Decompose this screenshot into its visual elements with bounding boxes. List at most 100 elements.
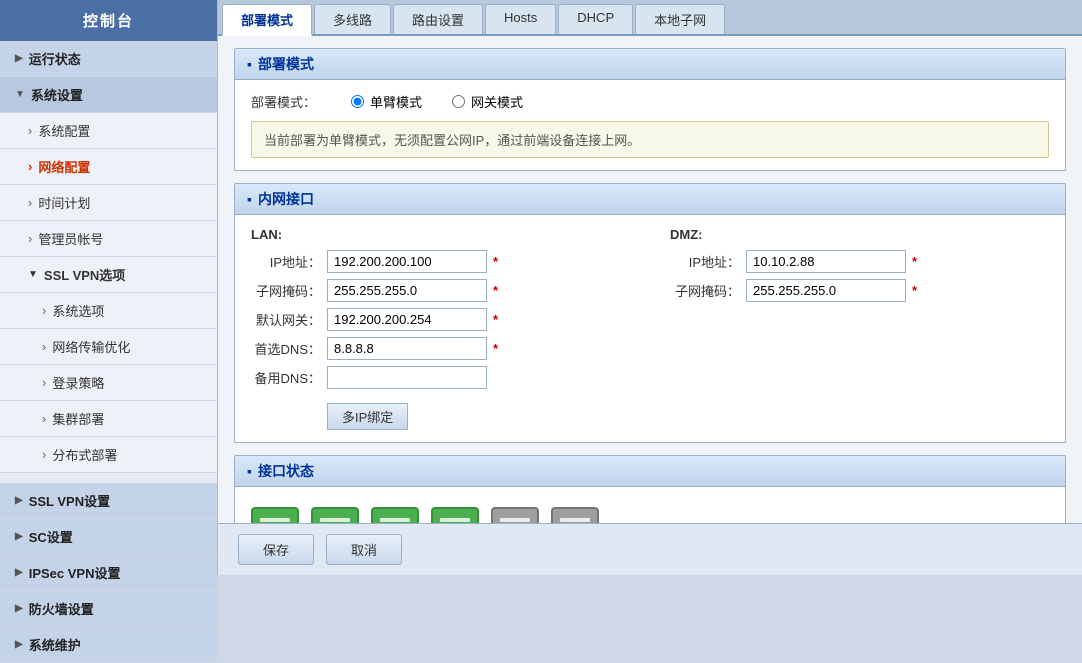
radio-single-mode[interactable]: 单臂模式 [351,92,422,111]
save-button[interactable]: 保存 [238,534,314,565]
lan-icon-lines [260,518,290,523]
sidebar: 控制台 ▶ 运行状态 ▼ 系统设置 › 系统配置 › 网络配置 › 时间计划 ›… [0,0,218,575]
radio-gateway-input[interactable] [452,95,465,108]
sidebar-item-ssl-vpn-options[interactable]: ▼ SSL VPN选项 [0,257,217,293]
sidebar-item-time-plan[interactable]: › 时间计划 [0,185,217,221]
interface-icon-lan[interactable]: LAN [251,507,299,523]
lan-dns2-row: 备用DNS： [251,366,630,389]
tab-route-settings[interactable]: 路由设置 [393,4,483,34]
dmz-mask-label: 子网掩码： [670,281,740,300]
inner-interface-header: 内网接口 [235,184,1065,215]
wan1-icon-img [371,507,419,523]
wan2-line1 [440,518,470,522]
lan-mask-row: 子网掩码： * [251,279,630,302]
sidebar-item-label: 系统维护 [29,635,81,654]
dmz-ip-input[interactable] [746,250,906,273]
sidebar-item-ipsec-vpn[interactable]: ▶ IPSec VPN设置 [0,555,217,591]
lan-mask-input[interactable] [327,279,487,302]
sidebar-item-label: IPSec VPN设置 [29,563,121,582]
sidebar-item-sys-options[interactable]: › 系统选项 [0,293,217,329]
lan-dns1-row: 首选DNS： * [251,337,630,360]
wan1-line1 [380,518,410,522]
tab-hosts[interactable]: Hosts [485,4,556,34]
radio-gateway-label: 网关模式 [471,92,523,111]
interface-icon-wan4[interactable]: WAN4 [551,507,599,523]
chevron-icon: › [42,447,46,462]
sidebar-item-run-status[interactable]: ▶ 运行状态 [0,41,217,77]
lan-col: LAN: IP地址： * 子网掩码： * [251,227,630,430]
sidebar-item-label: 时间计划 [38,193,90,212]
dmz-line1 [320,518,350,522]
dmz-label: DMZ: [670,227,1049,242]
lan-gw-row: 默认网关： * [251,308,630,331]
sidebar-item-sys-settings[interactable]: ▼ 系统设置 [0,77,217,113]
sidebar-item-sys-maintenance[interactable]: ▶ 系统维护 [0,627,217,663]
tab-dhcp[interactable]: DHCP [558,4,633,34]
sidebar-item-label: 管理员帐号 [38,229,103,248]
deploy-mode-header: 部署模式 [235,49,1065,80]
interface-status-header: 接口状态 [235,456,1065,487]
sidebar-item-label: 系统选项 [52,301,104,320]
inner-interface-panel: 内网接口 LAN: IP地址： * 子网掩码： [234,183,1066,443]
wan3-icon-lines [500,518,530,523]
sidebar-item-label: SSL VPN设置 [29,491,110,510]
main-content: 部署模式 多线路 路由设置 Hosts DHCP 本地子网 部署模式 部署模式： [218,0,1082,575]
lan-mask-label: 子网掩码： [251,281,321,300]
sidebar-item-admin-account[interactable]: › 管理员帐号 [0,221,217,257]
dmz-icon-img [311,507,359,523]
inner-interface-body: LAN: IP地址： * 子网掩码： * [235,215,1065,442]
chevron-icon: › [28,123,32,138]
sidebar-item-label: 网络传输优化 [52,337,130,356]
lan-dns1-input[interactable] [327,337,487,360]
lan-dns2-input[interactable] [327,366,487,389]
wan1-icon-lines [380,518,410,523]
dmz-mask-input[interactable] [746,279,906,302]
wan4-line1 [560,518,590,522]
sidebar-item-sc-settings[interactable]: ▶ SC设置 [0,519,217,555]
sidebar-item-login-policy[interactable]: › 登录策略 [0,365,217,401]
sidebar-item-ssl-vpn-settings[interactable]: ▶ SSL VPN设置 [0,483,217,519]
tab-local-subnet[interactable]: 本地子网 [635,4,725,34]
interface-status-body: LAN DMZ [235,487,1065,523]
sidebar-item-label: 运行状态 [29,49,81,68]
tab-deploy-mode[interactable]: 部署模式 [222,4,312,36]
interface-icon-dmz[interactable]: DMZ [311,507,359,523]
interface-status-panel: 接口状态 LAN [234,455,1066,523]
arrow-icon: ▼ [28,269,38,280]
multi-ip-button[interactable]: 多IP绑定 [327,403,408,430]
sidebar-item-cluster-deploy[interactable]: › 集群部署 [0,401,217,437]
interface-status-row: LAN DMZ [251,499,1049,523]
deploy-mode-panel: 部署模式 部署模式： 单臂模式 网关模式 [234,48,1066,171]
sidebar-item-label: 系统设置 [31,85,83,104]
lan-label: LAN: [251,227,630,242]
lan-icon-img [251,507,299,523]
sidebar-item-net-transfer[interactable]: › 网络传输优化 [0,329,217,365]
interface-icon-wan1[interactable]: WAN1 [371,507,419,523]
interface-row: LAN: IP地址： * 子网掩码： * [251,227,1049,430]
radio-gateway-mode[interactable]: 网关模式 [452,92,523,111]
sidebar-item-firewall[interactable]: ▶ 防火墙设置 [0,591,217,627]
chevron-icon: › [28,231,32,246]
lan-gw-input[interactable] [327,308,487,331]
sidebar-item-label: 登录策略 [52,373,104,392]
interface-icon-wan2[interactable]: WAN2 [431,507,479,523]
sidebar-item-label: SC设置 [29,527,73,546]
arrow-icon: ▶ [15,567,23,578]
deploy-info-box: 当前部署为单臂模式，无须配置公网IP，通过前端设备连接上网。 [251,121,1049,158]
cancel-button[interactable]: 取消 [326,534,402,565]
dmz-mask-row: 子网掩码： * [670,279,1049,302]
sidebar-item-sys-config[interactable]: › 系统配置 [0,113,217,149]
sidebar-item-label: 防火墙设置 [29,599,94,618]
tab-multi-route[interactable]: 多线路 [314,4,391,34]
sidebar-item-dist-deploy[interactable]: › 分布式部署 [0,437,217,473]
lan-gw-star: * [493,312,498,327]
lan-gw-label: 默认网关： [251,310,321,329]
lan-mask-star: * [493,283,498,298]
lan-ip-input[interactable] [327,250,487,273]
sidebar-item-net-config[interactable]: › 网络配置 [0,149,217,185]
radio-single-label: 单臂模式 [370,92,422,111]
radio-single-input[interactable] [351,95,364,108]
dmz-mask-star: * [912,283,917,298]
interface-icon-wan3[interactable]: WAN3 [491,507,539,523]
arrow-icon: ▶ [15,53,23,64]
